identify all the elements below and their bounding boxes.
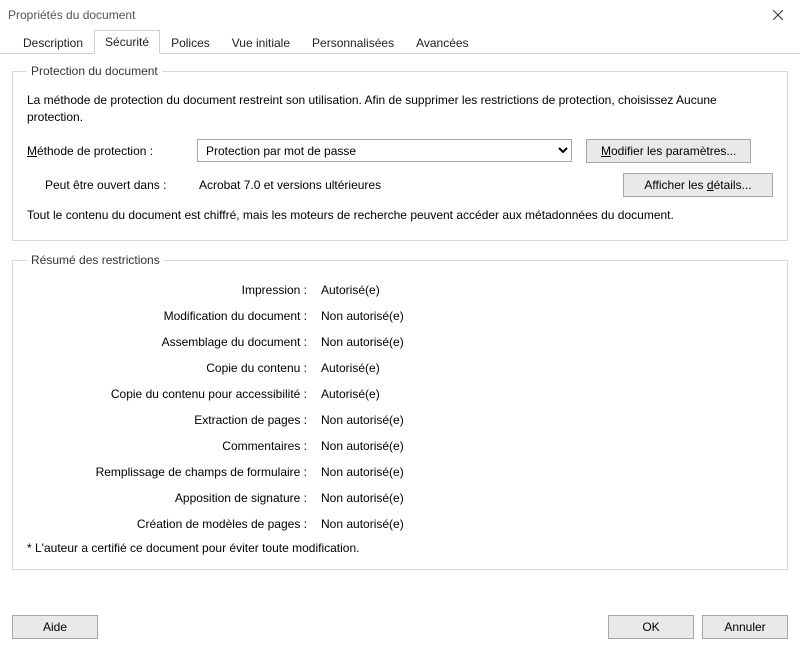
restriction-key: Création de modèles de pages : bbox=[27, 517, 307, 531]
restriction-key: Extraction de pages : bbox=[27, 413, 307, 427]
protection-method-select[interactable]: Protection par mot de passe bbox=[197, 139, 572, 162]
details-pre: Afficher les bbox=[644, 178, 706, 192]
restriction-value: Autorisé(e) bbox=[321, 361, 773, 375]
restriction-value: Non autorisé(e) bbox=[321, 465, 773, 479]
tab-custom[interactable]: Personnalisées bbox=[301, 31, 405, 54]
method-label-text: éthode de protection : bbox=[37, 144, 153, 158]
restriction-value: Non autorisé(e) bbox=[321, 309, 773, 323]
restriction-key: Impression : bbox=[27, 283, 307, 297]
ok-button[interactable]: OK bbox=[608, 615, 694, 639]
close-icon bbox=[773, 10, 783, 20]
restriction-value: Autorisé(e) bbox=[321, 283, 773, 297]
protection-legend: Protection du document bbox=[27, 64, 162, 78]
restriction-value: Non autorisé(e) bbox=[321, 491, 773, 505]
modify-accel: M bbox=[601, 144, 611, 158]
modify-settings-button[interactable]: Modifier les paramètres... bbox=[586, 139, 751, 163]
restrictions-grid: Impression : Autorisé(e) Modification du d… bbox=[27, 283, 773, 531]
restriction-value: Non autorisé(e) bbox=[321, 335, 773, 349]
method-row: Méthode de protection : Protection par m… bbox=[27, 139, 773, 163]
tab-bar: Description Sécurité Polices Vue initial… bbox=[0, 30, 800, 54]
tab-description[interactable]: Description bbox=[12, 31, 94, 54]
restriction-value: Autorisé(e) bbox=[321, 387, 773, 401]
openin-value: Acrobat 7.0 et versions ultérieures bbox=[197, 178, 381, 192]
tab-initial-view[interactable]: Vue initiale bbox=[221, 31, 301, 54]
restrictions-legend: Résumé des restrictions bbox=[27, 253, 164, 267]
method-label: Méthode de protection : bbox=[27, 144, 197, 158]
tab-security[interactable]: Sécurité bbox=[94, 30, 160, 54]
close-button[interactable] bbox=[755, 0, 800, 30]
help-button[interactable]: Aide bbox=[12, 615, 98, 639]
show-details-button[interactable]: Afficher les détails... bbox=[623, 173, 773, 197]
protection-intro: La méthode de protection du document res… bbox=[27, 92, 773, 127]
restriction-value: Non autorisé(e) bbox=[321, 413, 773, 427]
window-title: Propriétés du document bbox=[8, 8, 755, 22]
tab-advanced[interactable]: Avancées bbox=[405, 31, 479, 54]
restriction-key: Remplissage de champs de formulaire : bbox=[27, 465, 307, 479]
details-post: étails... bbox=[714, 178, 752, 192]
restriction-key: Copie du contenu pour accessibilité : bbox=[27, 387, 307, 401]
restriction-key: Apposition de signature : bbox=[27, 491, 307, 505]
certified-note: * L'auteur a certifié ce document pour é… bbox=[27, 541, 773, 555]
restriction-value: Non autorisé(e) bbox=[321, 517, 773, 531]
modify-text: odifier les paramètres... bbox=[611, 144, 736, 158]
dialog-footer: Aide OK Annuler bbox=[0, 606, 800, 648]
restriction-key: Copie du contenu : bbox=[27, 361, 307, 375]
content-area: Protection du document La méthode de pro… bbox=[0, 54, 800, 570]
restriction-key: Modification du document : bbox=[27, 309, 307, 323]
openin-row: Peut être ouvert dans : Acrobat 7.0 et v… bbox=[27, 173, 773, 197]
details-accel: d bbox=[707, 178, 714, 192]
cancel-button[interactable]: Annuler bbox=[702, 615, 788, 639]
protection-group: Protection du document La méthode de pro… bbox=[12, 64, 788, 241]
restriction-key: Assemblage du document : bbox=[27, 335, 307, 349]
method-label-accel: M bbox=[27, 144, 37, 158]
encryption-note: Tout le contenu du document est chiffré,… bbox=[27, 207, 773, 224]
restrictions-group: Résumé des restrictions Impression : Auto… bbox=[12, 253, 788, 570]
restriction-value: Non autorisé(e) bbox=[321, 439, 773, 453]
restriction-key: Commentaires : bbox=[27, 439, 307, 453]
openin-label: Peut être ouvert dans : bbox=[27, 178, 197, 192]
tab-fonts[interactable]: Polices bbox=[160, 31, 221, 54]
titlebar: Propriétés du document bbox=[0, 0, 800, 30]
